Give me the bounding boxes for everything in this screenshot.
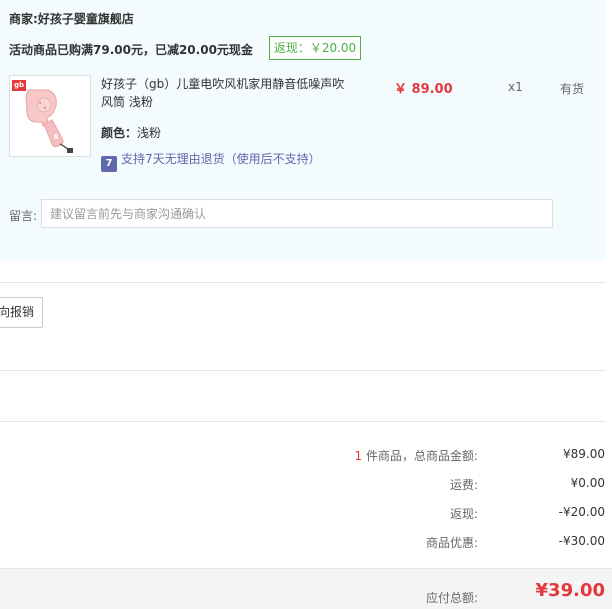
product-quantity: x1 — [508, 80, 523, 94]
product-color: 颜色：浅粉 — [101, 124, 161, 141]
goods-count: 1 — [354, 449, 363, 463]
merchant-name[interactable]: 好孩子婴童旗舰店 — [38, 12, 134, 26]
product-name[interactable]: 好孩子（gb）儿童电吹风机家用静音低噪声吹风筒 浅粉 — [101, 75, 351, 111]
summary-goods-row: 1 件商品，总商品金额: ¥89.00 — [205, 447, 606, 465]
color-value: 浅粉 — [137, 126, 162, 140]
rebate-label: 返现: — [449, 507, 478, 521]
total-bar: 应付总额: ¥39.00 — [0, 568, 612, 609]
discount-value: -¥30.00 — [558, 534, 605, 548]
seven-day-return-icon: 7 — [101, 156, 117, 172]
merchant-info: 商家:好孩子婴童旗舰店 — [9, 10, 134, 27]
rebate-badge: 返现：￥20.00 — [269, 36, 361, 60]
summary-rebate-row: 返现: -¥20.00 — [205, 505, 605, 523]
reimburse-button[interactable]: 向报销 — [0, 297, 43, 328]
summary-discount-row: 商品优惠: -¥30.00 — [205, 534, 605, 552]
shipping-value: ¥0.00 — [570, 476, 605, 490]
merchant-label: 商家: — [9, 12, 38, 26]
product-price: ￥ 89.00 — [394, 82, 453, 97]
color-label: 颜色： — [101, 126, 138, 140]
goods-total-label-text: 件商品，总商品金额: — [362, 449, 478, 463]
divider — [0, 421, 606, 422]
promo-text: 活动商品已购满79.00元，已减20.00元现金 — [9, 43, 253, 57]
return-policy[interactable]: 7 支持7天无理由退货（使用后不支持） — [101, 150, 321, 172]
note-label: 留言: — [9, 209, 38, 223]
total-label: 应付总额: — [425, 591, 478, 605]
divider — [0, 282, 606, 283]
return-policy-text: 支持7天无理由退货（使用后不支持） — [121, 152, 321, 166]
divider — [0, 370, 606, 371]
goods-total-label: 1 件商品，总商品金额: — [355, 447, 479, 464]
hair-dryer-image — [25, 89, 73, 153]
discount-label: 商品优惠: — [425, 536, 478, 550]
total-value: ¥39.00 — [535, 580, 605, 601]
note-input[interactable] — [41, 199, 553, 228]
rebate-value: -¥20.00 — [558, 505, 605, 519]
shipping-label: 运费: — [449, 478, 478, 492]
summary-shipping-row: 运费: ¥0.00 — [205, 476, 605, 494]
stock-status: 有货 — [560, 82, 585, 96]
order-item-panel: 商家:好孩子婴童旗舰店 活动商品已购满79.00元，已减20.00元现金 返现：… — [0, 0, 606, 260]
goods-total-value: ¥89.00 — [563, 447, 605, 461]
product-thumbnail[interactable]: gb — [9, 75, 91, 157]
